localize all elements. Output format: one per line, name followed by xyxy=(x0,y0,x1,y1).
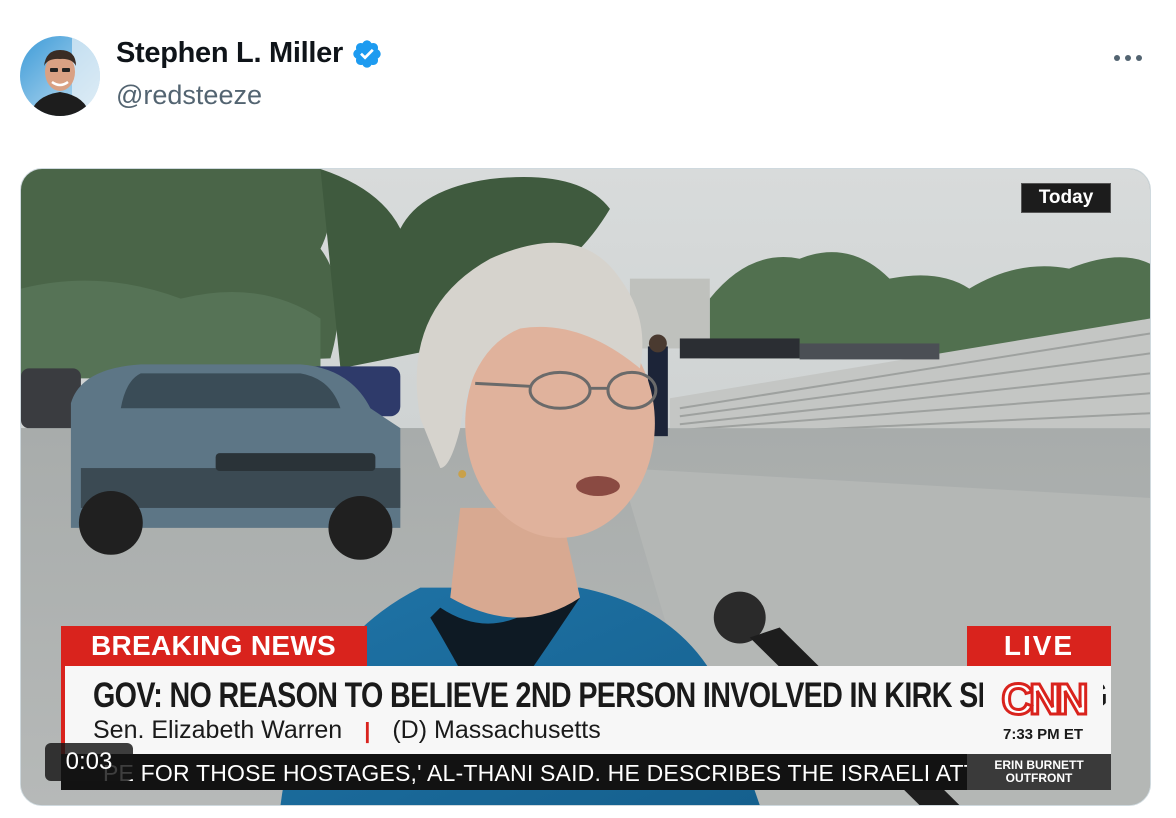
speaker-name: Sen. Elizabeth Warren xyxy=(93,716,343,744)
news-ticker: PE FOR THOSE HOSTAGES,' AL-THANI SAID. H… xyxy=(61,754,967,790)
author-handle[interactable]: @redsteeze xyxy=(116,80,262,111)
author-display-name[interactable]: Stephen L. Miller xyxy=(116,37,343,70)
cnn-logo-icon: CNN xyxy=(983,674,1103,724)
verified-badge-icon[interactable] xyxy=(351,38,383,70)
show-name-tag: ERIN BURNETT OUTFRONT xyxy=(967,754,1111,790)
ticker-text: PE FOR THOSE HOSTAGES,' AL-THANI SAID. H… xyxy=(103,760,967,786)
more-options-icon[interactable] xyxy=(1106,40,1150,76)
speaker-separator: | xyxy=(364,717,371,743)
show-name-line2: OUTFRONT xyxy=(1005,771,1073,785)
breaking-news-label: BREAKING NEWS xyxy=(61,626,367,666)
svg-text:CNN: CNN xyxy=(1001,675,1086,724)
tweet: Stephen L. Miller @redsteeze Today BREAK… xyxy=(0,0,1176,818)
today-tag: Today xyxy=(1021,183,1111,213)
speaker-affiliation: (D) Massachusetts xyxy=(392,716,601,744)
broadcast-clock: 7:33 PM ET xyxy=(1002,726,1084,743)
live-badge: LIVE xyxy=(967,626,1111,666)
video-player[interactable]: Today BREAKING NEWS LIVE GOV: NO REASON … xyxy=(20,168,1151,806)
author-avatar[interactable] xyxy=(20,36,100,116)
speaker-line: Sen. Elizabeth Warren | (D) Massachusett… xyxy=(93,716,601,745)
avatar-image xyxy=(20,36,100,116)
lower-third-banner: GOV: NO REASON TO BELIEVE 2ND PERSON INV… xyxy=(61,666,1111,754)
author-name-row: Stephen L. Miller xyxy=(116,37,383,70)
chyron-headline: GOV: NO REASON TO BELIEVE 2ND PERSON INV… xyxy=(93,676,1108,715)
video-timestamp: 0:03 xyxy=(45,743,133,781)
